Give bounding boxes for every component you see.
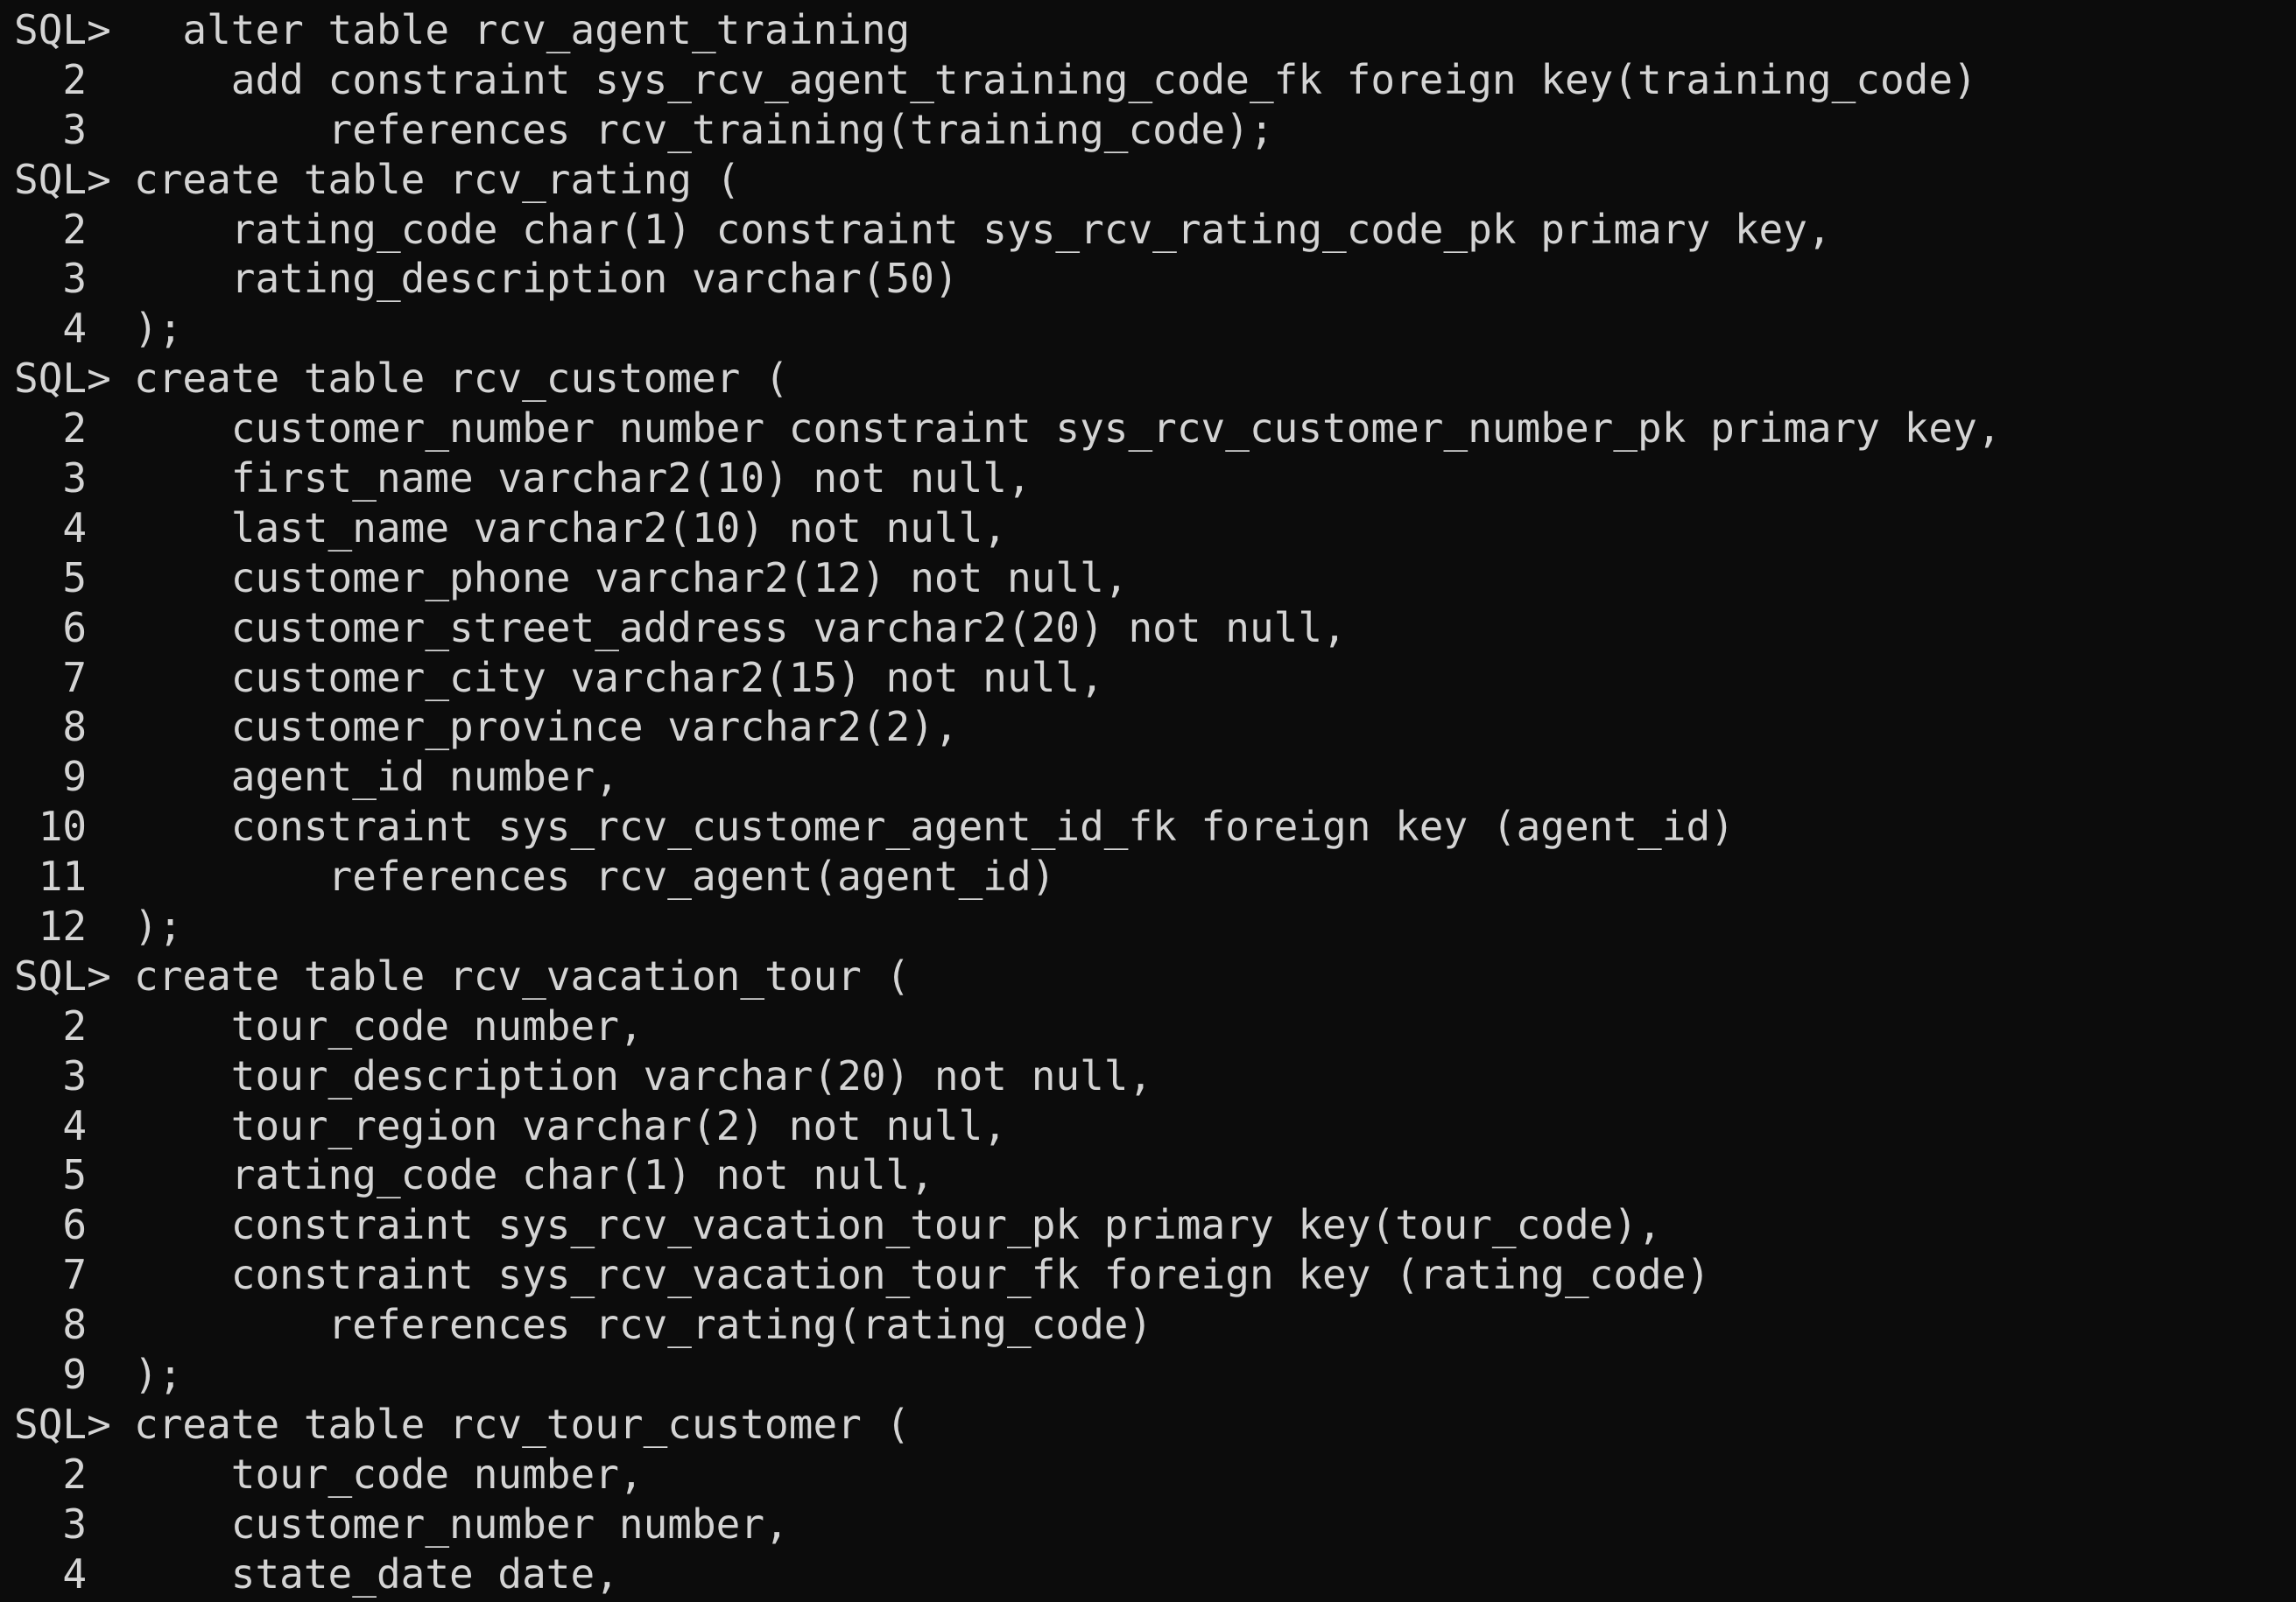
line-code: create table rcv_customer ( xyxy=(134,355,789,403)
terminal-line: 8 customer_province varchar2(2), xyxy=(14,702,2296,752)
line-code: ); xyxy=(134,305,183,353)
line-code: constraint sys_rcv_customer_agent_id_fk … xyxy=(134,803,1735,851)
terminal-line: 5 customer_phone varchar2(12) not null, xyxy=(14,553,2296,603)
terminal-line: 3 first_name varchar2(10) not null, xyxy=(14,453,2296,503)
terminal-line: 3 rating_description varchar(50) xyxy=(14,254,2296,304)
line-number: 4 xyxy=(14,1549,88,1598)
line-code: alter table rcv_agent_training xyxy=(134,6,911,53)
terminal-line: SQL> create table rcv_tour_customer ( xyxy=(14,1400,2296,1450)
terminal-line: 2 rating_code char(1) constraint sys_rcv… xyxy=(14,205,2296,255)
line-number: 2 xyxy=(14,55,88,103)
line-code: first_name varchar2(10) not null, xyxy=(134,454,1032,502)
terminal-line: 8 references rcv_rating(rating_code) xyxy=(14,1300,2296,1350)
line-number: 3 xyxy=(14,454,88,502)
line-code: rating_description varchar(50) xyxy=(134,255,959,303)
terminal-line: 5 rating_code char(1) not null, xyxy=(14,1150,2296,1200)
line-number: 3 xyxy=(14,1051,88,1100)
terminal-line: SQL> create table rcv_vacation_tour ( xyxy=(14,952,2296,1001)
line-code: customer_street_address varchar2(20) not… xyxy=(134,603,1347,651)
terminal-line: 3 customer_number number, xyxy=(14,1500,2296,1549)
line-number: 2 xyxy=(14,205,88,253)
line-code: state_date date, xyxy=(134,1549,619,1598)
line-code: references rcv_agent(agent_id) xyxy=(134,853,1056,901)
line-code: ); xyxy=(134,1351,183,1399)
line-prompt: SQL> xyxy=(14,6,111,53)
terminal-line: 9); xyxy=(14,1350,2296,1400)
terminal-line: SQL> create table rcv_rating ( xyxy=(14,155,2296,205)
line-prompt: SQL> xyxy=(14,155,111,203)
line-code: customer_city varchar2(15) not null, xyxy=(134,653,1104,701)
line-prompt: SQL> xyxy=(14,355,111,403)
line-code: rating_code char(1) constraint sys_rcv_r… xyxy=(134,205,1832,253)
line-number: 9 xyxy=(14,1351,88,1399)
line-number: 6 xyxy=(14,1201,88,1249)
line-code: create table rcv_vacation_tour ( xyxy=(134,952,911,1000)
terminal-line: 3 references rcv_training(training_code)… xyxy=(14,105,2296,155)
terminal-line: 7 customer_city varchar2(15) not null, xyxy=(14,653,2296,703)
terminal-line: 2 tour_code number, xyxy=(14,1450,2296,1500)
line-number: 7 xyxy=(14,653,88,701)
line-number: 11 xyxy=(14,853,88,901)
terminal-line: 6 customer_street_address varchar2(20) n… xyxy=(14,603,2296,653)
line-number: 4 xyxy=(14,1101,88,1149)
line-number: 2 xyxy=(14,1001,88,1050)
line-number: 8 xyxy=(14,703,88,751)
terminal-window[interactable]: SQL> alter table rcv_agent_training 2 ad… xyxy=(0,0,2296,1602)
line-number: 5 xyxy=(14,1151,88,1199)
terminal-line: 2 add constraint sys_rcv_agent_training_… xyxy=(14,55,2296,105)
terminal-line: 2 tour_code number, xyxy=(14,1001,2296,1051)
terminal-line: 4 last_name varchar2(10) not null, xyxy=(14,503,2296,553)
line-code: ); xyxy=(134,903,183,951)
line-prompt: SQL> xyxy=(14,952,111,1000)
line-number: 7 xyxy=(14,1251,88,1299)
line-code: add constraint sys_rcv_agent_training_co… xyxy=(134,55,1977,103)
line-code: references rcv_training(training_code); xyxy=(134,105,1274,153)
line-number: 3 xyxy=(14,1500,88,1548)
line-code: agent_id number, xyxy=(134,753,619,801)
line-code: constraint sys_rcv_vacation_tour_fk fore… xyxy=(134,1251,1711,1299)
line-code: customer_province varchar2(2), xyxy=(134,703,959,751)
terminal-line: 7 constraint sys_rcv_vacation_tour_fk fo… xyxy=(14,1250,2296,1300)
line-code: tour_code number, xyxy=(134,1001,644,1050)
line-number: 3 xyxy=(14,105,88,153)
line-prompt: SQL> xyxy=(14,1400,111,1448)
terminal-line: 4 state_date date, xyxy=(14,1549,2296,1599)
line-number: 9 xyxy=(14,753,88,801)
line-number: 3 xyxy=(14,255,88,303)
terminal-line: SQL> alter table rcv_agent_training xyxy=(14,5,2296,55)
line-code: create table rcv_tour_customer ( xyxy=(134,1400,911,1448)
line-number: 12 xyxy=(14,903,88,951)
line-code: customer_number number constraint sys_rc… xyxy=(134,404,2002,453)
terminal-line: 2 customer_number number constraint sys_… xyxy=(14,404,2296,453)
line-code: customer_number number, xyxy=(134,1500,789,1548)
line-code: tour_description varchar(20) not null, xyxy=(134,1051,1153,1100)
line-number: 2 xyxy=(14,404,88,453)
line-code: rating_code char(1) not null, xyxy=(134,1151,934,1199)
terminal-line: 12); xyxy=(14,902,2296,952)
terminal-line: 6 constraint sys_rcv_vacation_tour_pk pr… xyxy=(14,1200,2296,1250)
line-number: 5 xyxy=(14,553,88,601)
line-number: 8 xyxy=(14,1301,88,1349)
terminal-line: SQL> create table rcv_customer ( xyxy=(14,354,2296,404)
line-number: 2 xyxy=(14,1450,88,1498)
line-code: references rcv_rating(rating_code) xyxy=(134,1301,1153,1349)
line-number: 10 xyxy=(14,803,88,851)
terminal-line: 4); xyxy=(14,304,2296,354)
line-code: tour_code number, xyxy=(134,1450,644,1498)
terminal-line: 11 references rcv_agent(agent_id) xyxy=(14,852,2296,902)
line-code: customer_phone varchar2(12) not null, xyxy=(134,553,1129,601)
terminal-line: 9 agent_id number, xyxy=(14,752,2296,802)
line-code: create table rcv_rating ( xyxy=(134,155,741,203)
line-code: last_name varchar2(10) not null, xyxy=(134,503,1007,552)
line-number: 6 xyxy=(14,603,88,651)
line-number: 4 xyxy=(14,503,88,552)
terminal-line: 4 tour_region varchar(2) not null, xyxy=(14,1101,2296,1151)
line-code: tour_region varchar(2) not null, xyxy=(134,1101,1007,1149)
line-code: constraint sys_rcv_vacation_tour_pk prim… xyxy=(134,1201,1662,1249)
line-number: 4 xyxy=(14,305,88,353)
terminal-line: 10 constraint sys_rcv_customer_agent_id_… xyxy=(14,802,2296,852)
terminal-line: 3 tour_description varchar(20) not null, xyxy=(14,1051,2296,1101)
